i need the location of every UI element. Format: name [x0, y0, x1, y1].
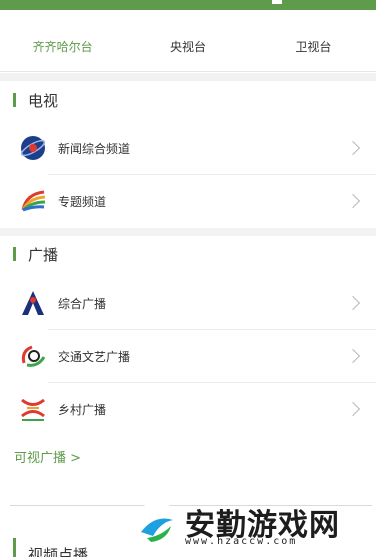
tab-satellite[interactable]: 卫视台 — [251, 22, 376, 71]
video-section-header: 视频点播 — [0, 538, 88, 557]
special-channel-logo-icon — [18, 186, 48, 216]
chevron-right-icon — [345, 193, 361, 209]
chevron-right-icon — [345, 295, 361, 311]
rural-radio-logo-icon — [18, 394, 48, 424]
traffic-radio-logo-icon — [18, 341, 48, 371]
radio-section-header: 广播 — [0, 236, 376, 272]
list-item-special-channel[interactable]: 专题频道 — [0, 175, 376, 227]
section-spacer — [0, 73, 376, 81]
video-section-title: 视频点播 — [28, 546, 89, 557]
tab-qiqihar[interactable]: 齐齐哈尔台 — [0, 22, 125, 71]
top-status-bar — [0, 0, 376, 10]
radio-section-title: 广播 — [28, 245, 59, 264]
list-item-label: 交通文艺广播 — [58, 349, 131, 364]
list-item-label: 综合广播 — [58, 296, 107, 311]
list-item-rural-radio[interactable]: 乡村广播 — [0, 383, 376, 435]
watermark-logo-icon — [133, 502, 181, 550]
watermark-url: www.hzaccw.com — [185, 536, 298, 547]
chevron-right-icon — [345, 401, 361, 417]
list-item-general-radio[interactable]: 综合广播 — [0, 277, 376, 329]
section-accent-bar — [13, 538, 16, 557]
news-channel-logo-icon — [18, 133, 48, 163]
tab-cctv[interactable]: 央视台 — [125, 22, 250, 71]
chevron-right-icon — [345, 348, 361, 364]
chevron-right-icon — [345, 140, 361, 156]
tv-section-header: 电视 — [0, 82, 376, 118]
section-accent-bar — [13, 93, 16, 107]
list-item-label: 乡村广播 — [58, 402, 107, 417]
list-item-label: 专题频道 — [58, 194, 107, 209]
visual-radio-link[interactable]: 可视广播 > — [14, 447, 81, 466]
section-accent-bar — [13, 247, 16, 261]
site-watermark: 安勤游戏网 www.hzaccw.com — [133, 498, 373, 556]
list-item-news-channel[interactable]: 新闻综合频道 — [0, 122, 376, 174]
general-radio-logo-icon — [18, 288, 48, 318]
list-item-traffic-radio[interactable]: 交通文艺广播 — [0, 330, 376, 382]
tv-section-title: 电视 — [28, 91, 59, 110]
channel-tabs: 齐齐哈尔台 央视台 卫视台 — [0, 22, 376, 72]
section-spacer — [0, 228, 376, 236]
list-item-label: 新闻综合频道 — [58, 141, 131, 156]
top-bar-notch — [272, 0, 282, 4]
